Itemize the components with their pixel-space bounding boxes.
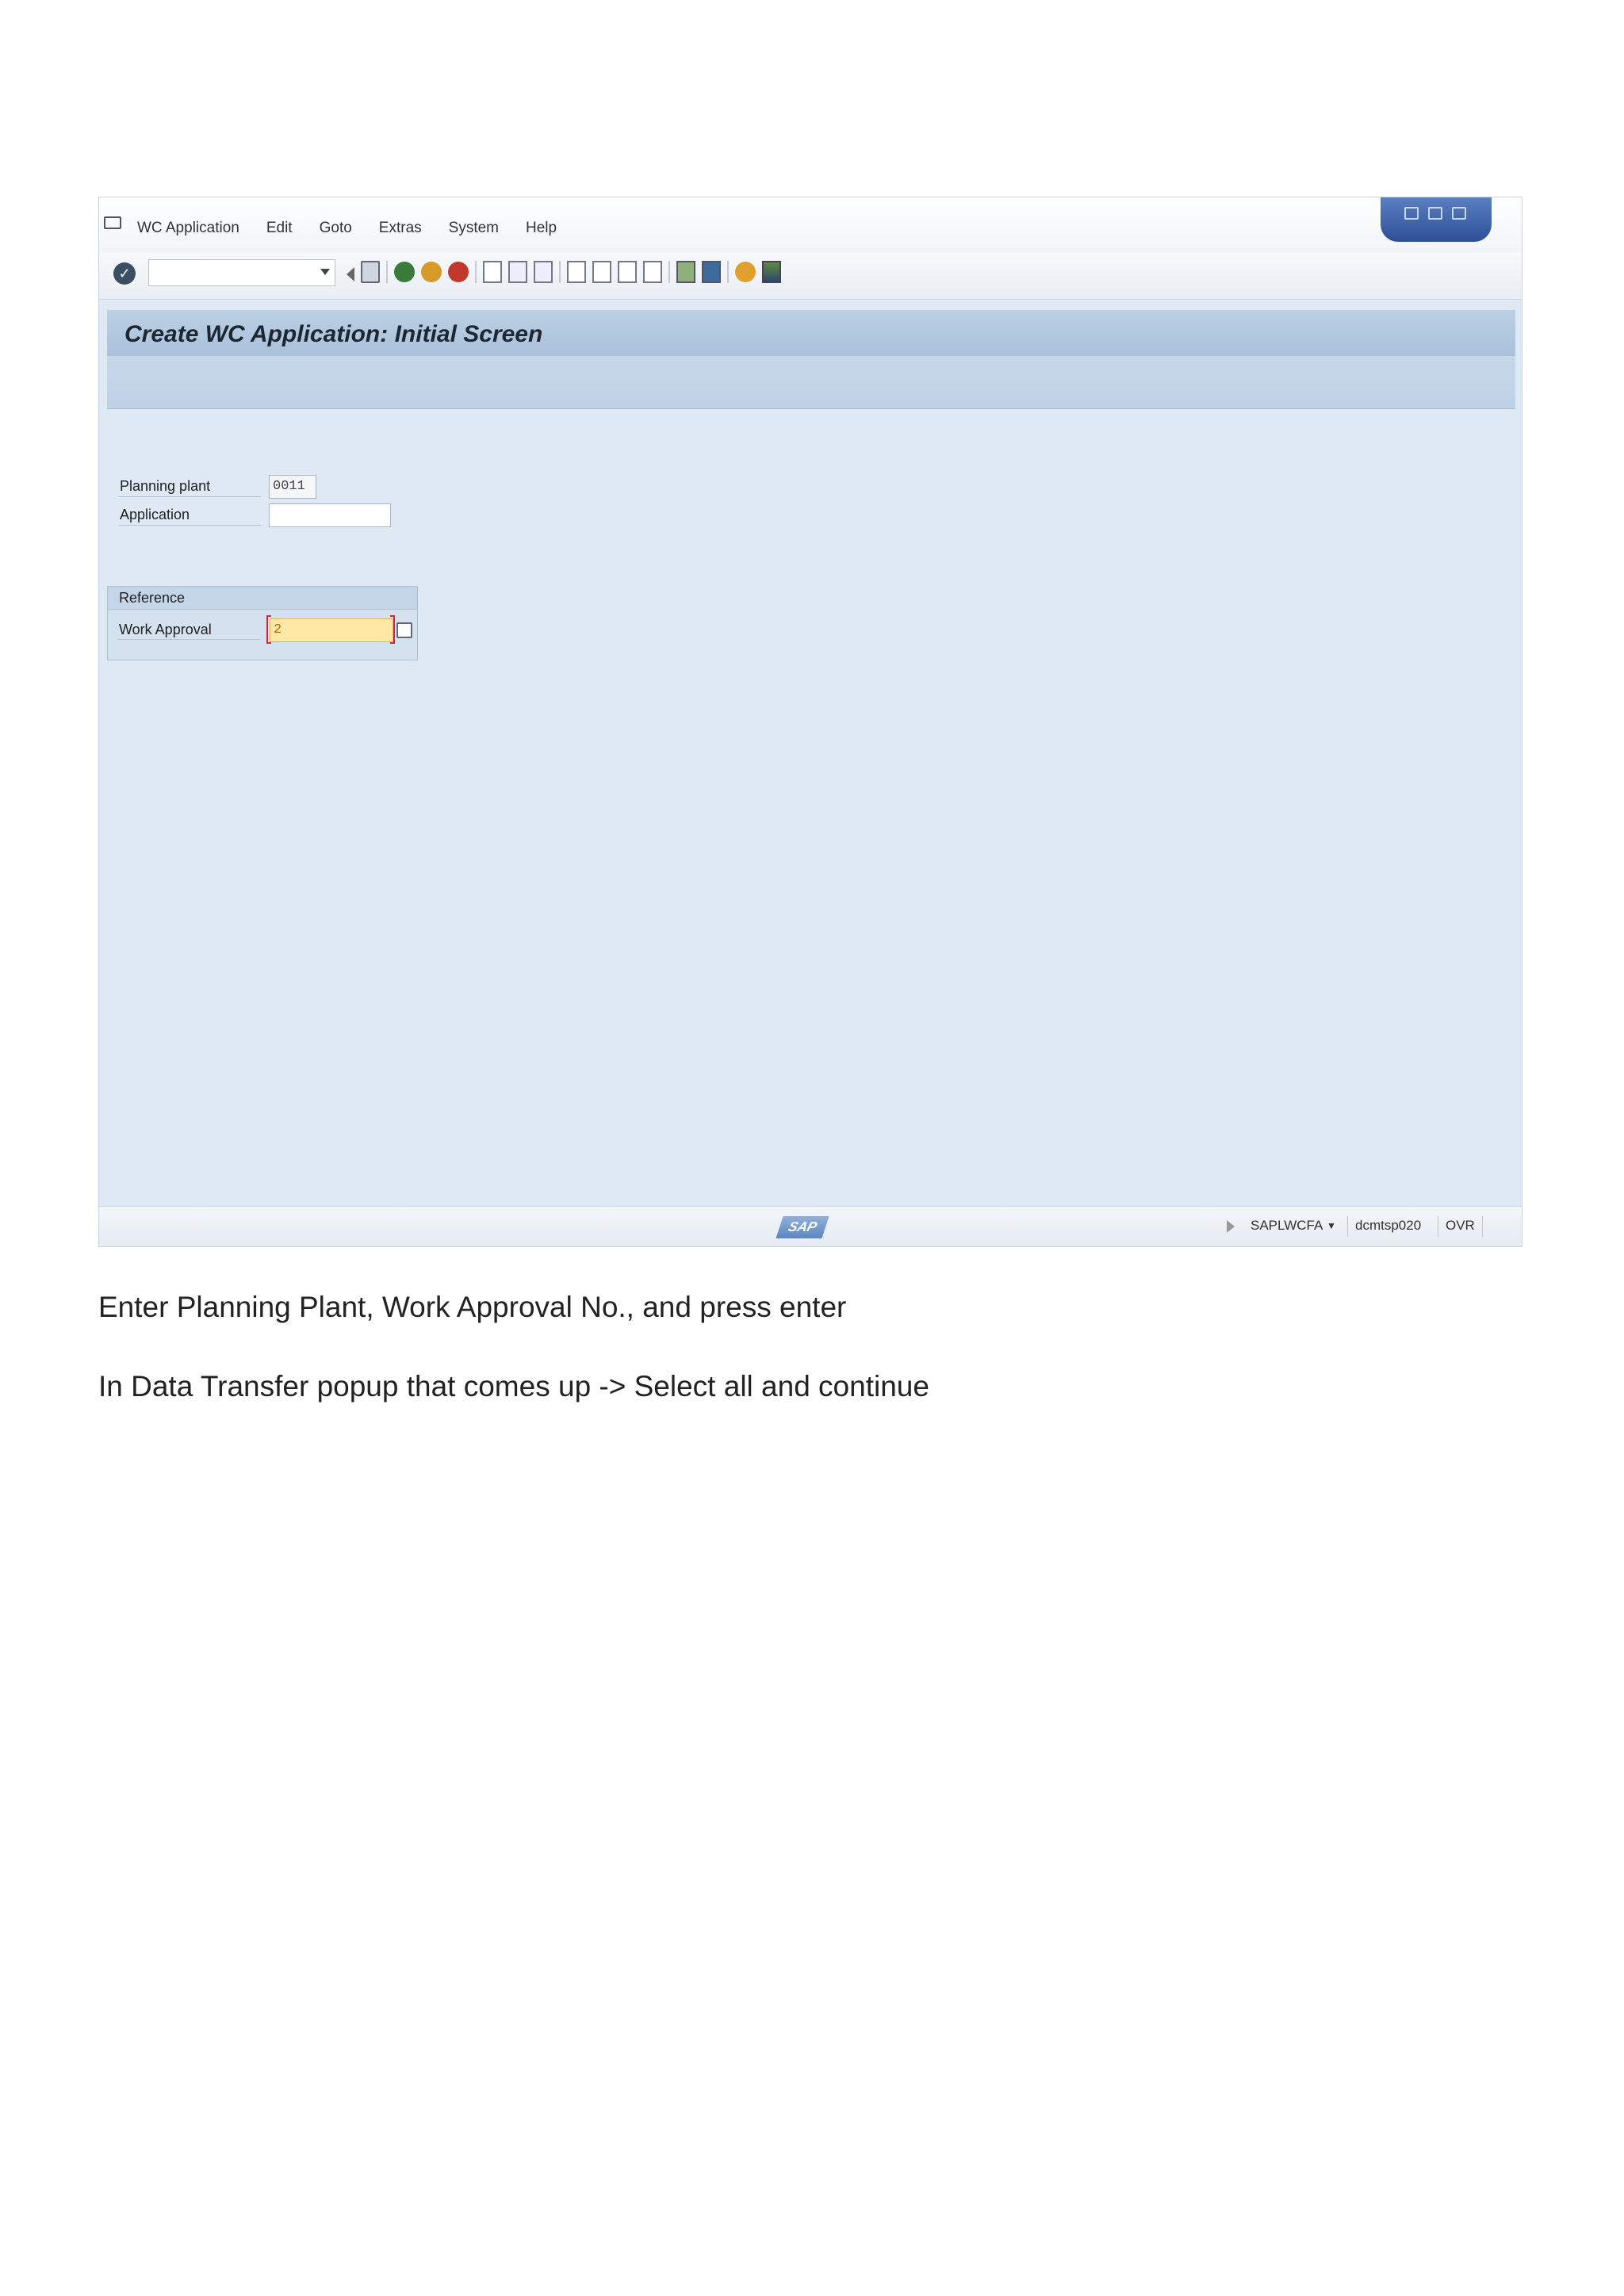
first-page-icon[interactable] <box>567 261 586 283</box>
instruction-line-2: In Data Transfer popup that comes up -> … <box>98 1370 929 1402</box>
application-input[interactable] <box>269 503 391 527</box>
status-bar: SAP SAPLWCFA ▼ dcmtsp020 OVR <box>99 1206 1522 1246</box>
work-approval-input[interactable]: 2 <box>270 618 393 642</box>
required-marker-left <box>266 615 271 644</box>
required-marker-right <box>390 615 395 644</box>
status-mode: OVR <box>1446 1218 1475 1233</box>
reference-group: Reference Work Approval 2 <box>107 586 418 660</box>
toolbar-separator <box>727 261 729 283</box>
layout-menu-icon[interactable] <box>762 261 781 283</box>
find-next-icon[interactable] <box>534 261 553 283</box>
menu-item-wc-application[interactable]: WC Application <box>137 220 239 237</box>
instruction-line-1: Enter Planning Plant, Work Approval No.,… <box>98 1291 847 1323</box>
last-page-icon[interactable] <box>643 261 662 283</box>
find-icon[interactable] <box>508 261 527 283</box>
reference-group-label: Reference <box>119 590 186 606</box>
previous-page-icon[interactable] <box>592 261 611 283</box>
title-area: Create WC Application: Initial Screen <box>107 310 1515 409</box>
window-controls <box>1371 197 1522 243</box>
help-icon[interactable] <box>735 262 756 282</box>
chevron-down-icon[interactable]: ▼ <box>1327 1220 1336 1231</box>
next-page-icon[interactable] <box>618 261 637 283</box>
page-title: Create WC Application: Initial Screen <box>124 321 543 347</box>
toolbar-separator <box>559 261 561 283</box>
status-toggle-icon[interactable] <box>1227 1220 1235 1233</box>
collapse-left-icon[interactable] <box>347 266 354 281</box>
toolbar-separator <box>386 261 388 283</box>
sap-logo: SAP <box>776 1216 829 1238</box>
print-icon[interactable] <box>483 261 502 283</box>
shortcut-icon[interactable] <box>702 261 721 283</box>
status-program[interactable]: SAPLWCFA <box>1251 1218 1323 1234</box>
close-icon[interactable] <box>1452 207 1466 220</box>
toolbar-separator <box>668 261 670 283</box>
sap-window: WC Application Edit Goto Extras System H… <box>98 197 1522 1247</box>
menu-item-edit[interactable]: Edit <box>266 220 293 237</box>
title-bar: Create WC Application: Initial Screen <box>107 310 1515 356</box>
exit-icon[interactable] <box>421 262 442 282</box>
toolbar-separator <box>475 261 477 283</box>
chevron-down-icon[interactable] <box>320 269 330 275</box>
application-label: Application <box>120 507 190 522</box>
menu-item-goto[interactable]: Goto <box>320 220 352 237</box>
save-icon[interactable] <box>361 261 380 283</box>
status-server: dcmtsp020 <box>1355 1218 1422 1233</box>
standard-toolbar: ✓ <box>99 253 1522 300</box>
cancel-icon[interactable] <box>448 262 469 282</box>
menu-system-icon[interactable] <box>104 216 121 229</box>
minimize-icon[interactable] <box>1404 207 1419 220</box>
enter-check-icon[interactable]: ✓ <box>113 262 136 285</box>
back-icon[interactable] <box>394 262 415 282</box>
menu-items: WC Application Edit Goto Extras System H… <box>137 220 557 237</box>
planning-plant-input[interactable]: 0011 <box>269 475 316 499</box>
menu-item-extras[interactable]: Extras <box>379 220 422 237</box>
menu-item-help[interactable]: Help <box>526 220 557 237</box>
value-help-icon[interactable] <box>396 622 412 638</box>
menu-item-system[interactable]: System <box>449 220 499 237</box>
command-field[interactable] <box>148 259 335 286</box>
planning-plant-label: Planning plant <box>120 478 211 494</box>
menu-bar: WC Application Edit Goto Extras System H… <box>99 197 1522 254</box>
new-session-icon[interactable] <box>676 261 695 283</box>
maximize-icon[interactable] <box>1428 207 1442 220</box>
toolbar-icons <box>347 261 781 283</box>
work-approval-label: Work Approval <box>119 622 212 637</box>
